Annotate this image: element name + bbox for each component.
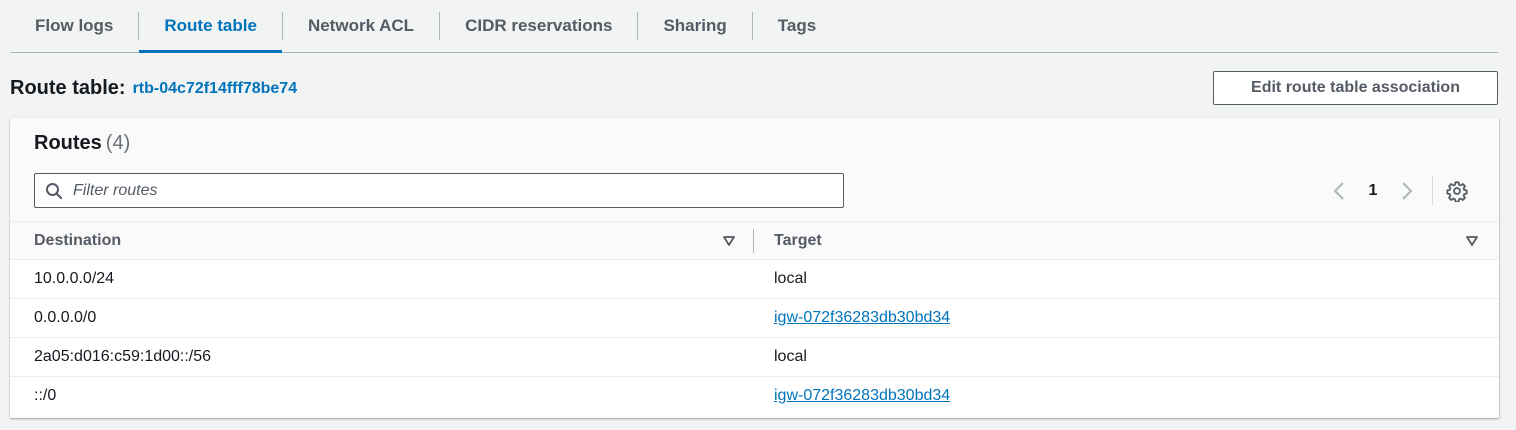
current-page-number[interactable]: 1 [1350,182,1396,200]
filter-routes-field[interactable] [34,173,844,208]
routes-panel: Routes(4) 1 Destination [10,118,1499,418]
target-link[interactable]: igw-072f36283db30bd34 [774,377,950,415]
destination-cell: 2a05:d016:c59:1d00::/56 [34,348,212,365]
gear-icon[interactable] [1446,180,1468,202]
routes-title-text: Routes [34,132,102,154]
tab-bar: Flow logs Route table Network ACL CIDR r… [10,0,1498,53]
tab-tags[interactable]: Tags [753,0,841,52]
route-table-id-link[interactable]: rtb-04c72f14fff78be74 [133,80,298,98]
routes-table: Destination Target 10.0.0.0/24 local 0.0… [10,221,1499,416]
column-header-target[interactable]: Target [774,222,822,260]
caret-down-icon[interactable] [1466,236,1478,246]
table-row: 10.0.0.0/24 local [10,260,1499,299]
column-resizer[interactable] [753,229,754,253]
column-header-destination[interactable]: Destination [34,222,121,260]
destination-cell: 0.0.0.0/0 [34,309,97,326]
search-icon [46,183,63,200]
previous-page-button[interactable] [1328,178,1350,204]
routes-count: (4) [105,132,131,154]
target-cell: local [774,270,807,287]
routes-title: Routes (4) [34,132,130,155]
tab-flow-logs[interactable]: Flow logs [10,0,138,52]
target-link[interactable]: igw-072f36283db30bd34 [774,299,950,337]
destination-cell: ::/0 [34,387,57,404]
filter-routes-input[interactable] [73,174,833,207]
tab-network-acl[interactable]: Network ACL [283,0,439,52]
table-row: 0.0.0.0/0 igw-072f36283db30bd34 [10,299,1499,338]
tab-route-table[interactable]: Route table [139,0,282,53]
tab-cidr-reservations[interactable]: CIDR reservations [440,0,637,52]
table-row: ::/0 igw-072f36283db30bd34 [10,377,1499,416]
target-cell: local [774,348,807,365]
chevron-left-icon [1333,182,1344,200]
route-table-title: Route table: [10,76,126,99]
destination-cell: 10.0.0.0/24 [34,270,115,287]
caret-down-icon[interactable] [723,236,735,246]
table-row: 2a05:d016:c59:1d00::/56 local [10,338,1499,377]
chevron-right-icon [1402,182,1413,200]
edit-route-table-association-button[interactable]: Edit route table association [1213,71,1498,105]
table-header: Destination Target [10,221,1499,260]
next-page-button[interactable] [1396,178,1418,204]
route-table-header: Route table: rtb-04c72f14fff78be74 [10,72,297,104]
pager-divider [1432,176,1433,206]
pagination: 1 [1328,178,1418,204]
tab-sharing[interactable]: Sharing [638,0,751,52]
